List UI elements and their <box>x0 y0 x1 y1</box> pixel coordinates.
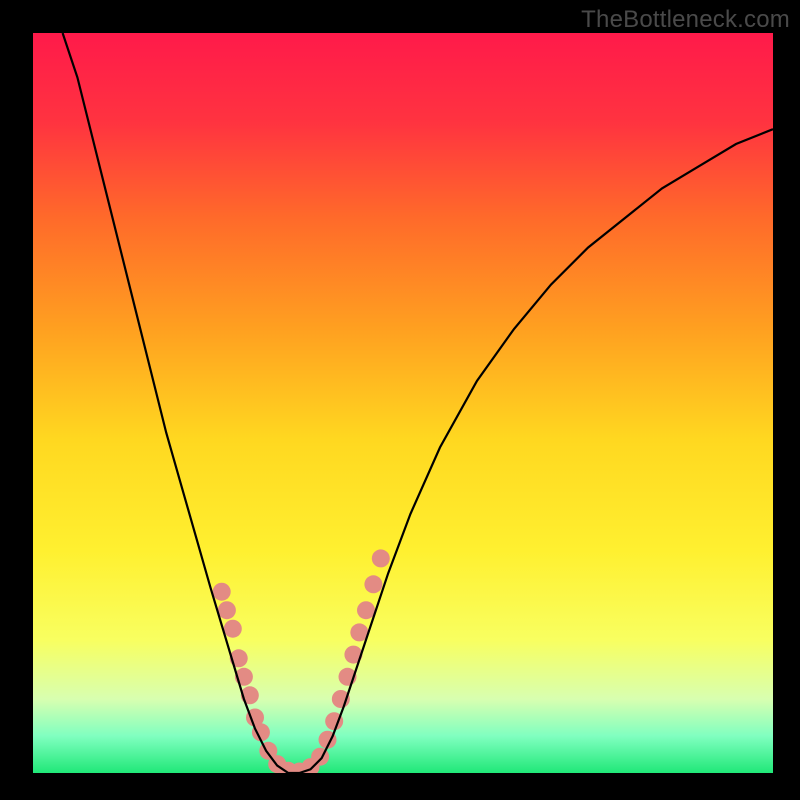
data-marker <box>218 601 236 619</box>
plot-area <box>33 33 773 773</box>
marker-group <box>213 549 390 773</box>
data-marker <box>213 583 231 601</box>
watermark-text: TheBottleneck.com <box>581 6 790 34</box>
data-marker <box>372 549 390 567</box>
data-marker <box>357 601 375 619</box>
data-marker <box>364 575 382 593</box>
data-marker <box>224 620 242 638</box>
chart-svg <box>33 33 773 773</box>
curve-line <box>63 33 773 773</box>
